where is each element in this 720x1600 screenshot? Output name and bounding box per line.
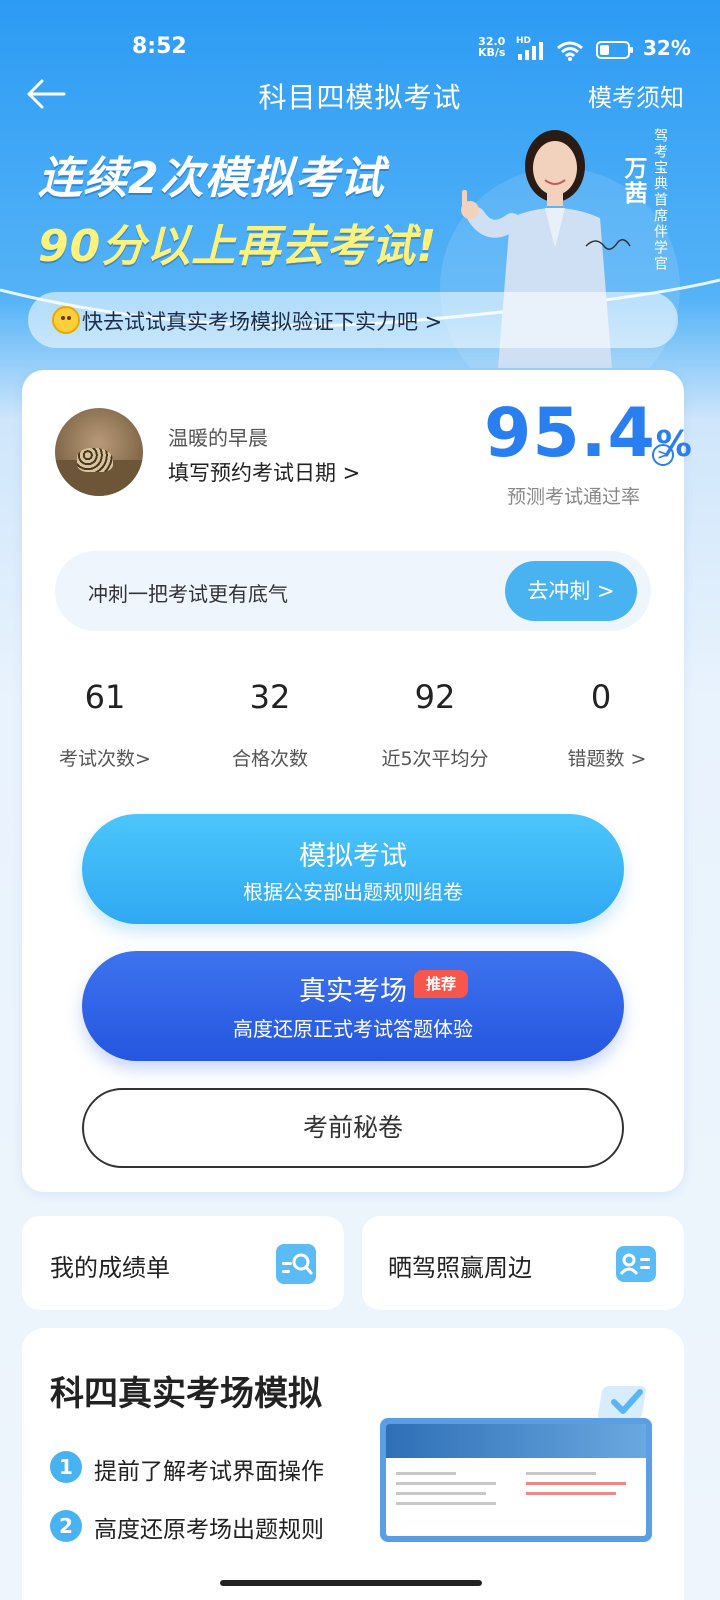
stat-wrong-count-label[interactable]: 错题数 > bbox=[532, 744, 682, 771]
signal-icon bbox=[518, 42, 543, 60]
stat-avg-score-value: 92 bbox=[414, 678, 456, 716]
user-nickname: 温暖的早晨 bbox=[168, 426, 268, 450]
status-bar: 8:52 32.0 KB/s HD 32% bbox=[0, 0, 720, 64]
recommend-badge: 推荐 bbox=[414, 970, 468, 998]
pass-rate-value: 95.4 bbox=[484, 394, 656, 473]
tip-text[interactable]: 快去试试真实考场模拟验证下实力吧 > bbox=[82, 306, 442, 336]
report-card-label[interactable]: 我的成绩单 bbox=[50, 1248, 170, 1283]
real-exam-title: 真实考场 bbox=[299, 976, 407, 1007]
avatar[interactable] bbox=[55, 408, 143, 496]
report-search-icon bbox=[276, 1244, 316, 1284]
stat-avg-score-label: 近5次平均分 bbox=[381, 748, 489, 770]
real-exam-button[interactable]: 真实考场 高度还原正式考试答题体验 bbox=[82, 951, 624, 1061]
feature-text-2: 高度还原考场出题规则 bbox=[94, 1517, 324, 1543]
sprint-text: 冲刺一把考试更有底气 bbox=[88, 582, 288, 606]
battery-percent: 32% bbox=[643, 36, 691, 60]
exam-date-link[interactable]: 填写预约考试日期 > bbox=[168, 457, 360, 487]
stat-exam-count-label[interactable]: 考试次数> bbox=[30, 744, 180, 771]
feature-text-1: 提前了解考试界面操作 bbox=[94, 1459, 324, 1485]
exam-screen-preview bbox=[380, 1418, 652, 1542]
stat-pass-count-value: 32 bbox=[249, 678, 291, 716]
sprint-button[interactable]: 去冲刺 > bbox=[505, 561, 637, 621]
home-indicator[interactable] bbox=[220, 1580, 482, 1586]
id-card-icon bbox=[616, 1246, 656, 1282]
pass-rate-label: 预测考试通过率 bbox=[507, 486, 641, 508]
chevron-right-circle-icon[interactable]: > bbox=[652, 444, 674, 466]
status-time: 8:52 bbox=[132, 34, 187, 59]
stat-pass-count-label: 合格次数 bbox=[231, 748, 308, 770]
mock-exam-button[interactable]: 模拟考试 根据公安部出题规则组卷 bbox=[82, 814, 624, 924]
stat-exam-count-value[interactable]: 61 bbox=[40, 678, 170, 716]
mock-exam-title: 模拟考试 bbox=[299, 841, 407, 872]
stat-wrong-count-value[interactable]: 0 bbox=[536, 678, 666, 716]
presenter-role: 驾考宝典首席伴学官 bbox=[652, 128, 668, 272]
real-exam-subtitle: 高度还原正式考试答题体验 bbox=[233, 1017, 473, 1041]
battery-icon bbox=[596, 41, 633, 59]
feature-number-2: 2 bbox=[50, 1510, 82, 1542]
secret-paper-button[interactable]: 考前秘卷 bbox=[82, 1088, 624, 1168]
network-speed-unit: KB/s bbox=[478, 46, 506, 59]
share-card-label[interactable]: 晒驾照赢周边 bbox=[388, 1248, 532, 1283]
presenter-name: 万茜 bbox=[620, 156, 646, 206]
smile-emoji-icon bbox=[52, 306, 80, 334]
feature-number-1: 1 bbox=[50, 1451, 82, 1483]
banner-headline: 连续2次模拟考试 bbox=[38, 153, 385, 204]
network-speed: 32.0 KB/s bbox=[478, 36, 505, 58]
exam-instructions-link[interactable]: 模考须知 bbox=[588, 78, 684, 113]
wifi-icon bbox=[557, 41, 583, 61]
simulation-title: 科四真实考场模拟 bbox=[50, 1374, 322, 1414]
mock-exam-subtitle: 根据公安部出题规则组卷 bbox=[243, 880, 463, 904]
